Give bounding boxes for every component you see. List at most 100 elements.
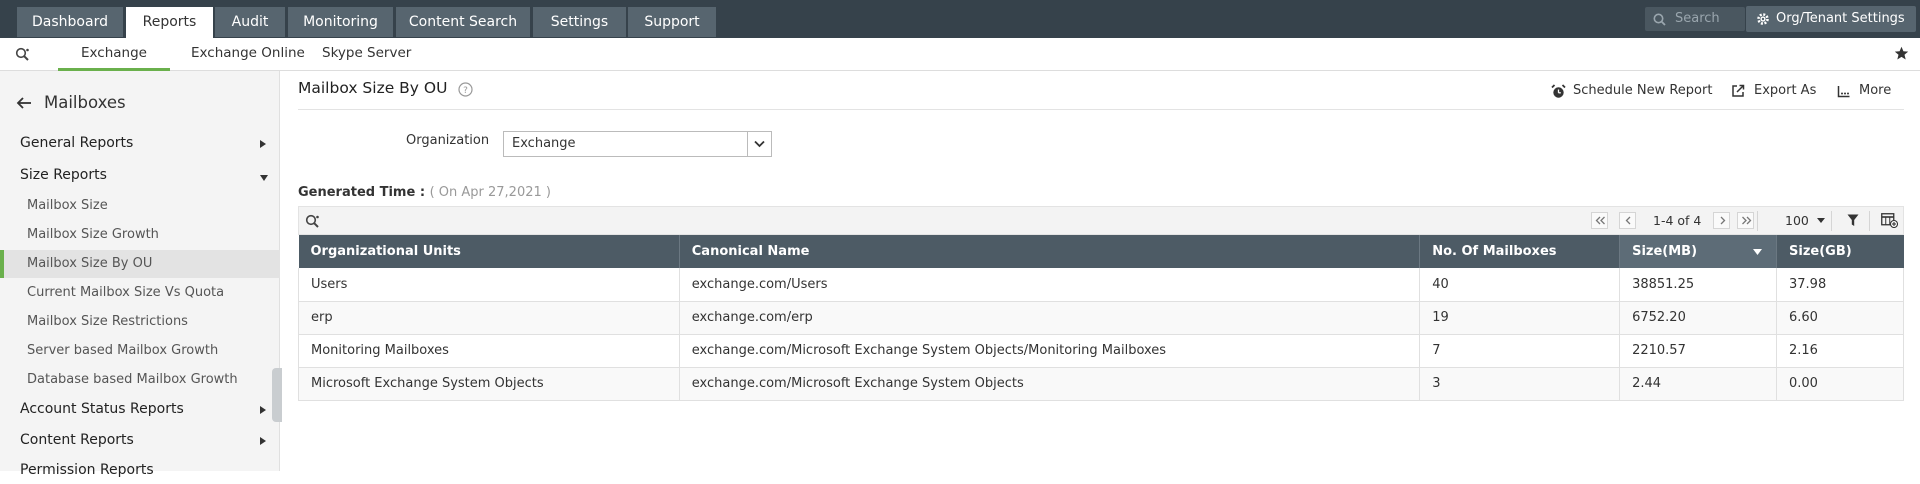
- tab-audit[interactable]: Audit: [215, 7, 285, 37]
- sidebar-item-mailbox-size-restrictions[interactable]: Mailbox Size Restrictions: [0, 308, 280, 336]
- export-label: Export As: [1754, 83, 1817, 98]
- sidebar-title: Mailboxes: [44, 93, 126, 112]
- more-button[interactable]: More: [1837, 83, 1897, 101]
- pagination-info: 1-4 of 4: [1653, 213, 1702, 228]
- svg-text:?: ?: [463, 86, 468, 96]
- tab-content-search[interactable]: Content Search: [396, 7, 530, 37]
- double-chevron-right-icon: [1742, 216, 1752, 225]
- sidebar-header: Mailboxes: [0, 89, 280, 117]
- tab-support[interactable]: Support: [628, 7, 716, 37]
- org-tenant-settings-button[interactable]: Org/Tenant Settings: [1746, 6, 1916, 32]
- cell-organizational-unit: Microsoft Exchange System Objects: [298, 367, 680, 401]
- cell-size-mb: 6752.20: [1619, 301, 1777, 335]
- main-content: Mailbox Size By OU ? Schedule New Report…: [298, 71, 1904, 471]
- caret-down-icon: [1817, 218, 1825, 223]
- sidebar-item-mailbox-size-by-ou[interactable]: Mailbox Size By OU: [0, 250, 280, 278]
- cell-mailbox-count: 3: [1419, 367, 1621, 401]
- first-page-button[interactable]: [1591, 212, 1608, 229]
- cell-mailbox-count: 19: [1419, 301, 1621, 335]
- table-header-row: Organizational Units Canonical Name No. …: [298, 235, 1904, 268]
- global-search-input[interactable]: Search: [1645, 7, 1745, 31]
- column-header-canonical-name[interactable]: Canonical Name: [679, 235, 1421, 268]
- column-header-organizational-units[interactable]: Organizational Units: [298, 235, 680, 268]
- cell-organizational-unit: Users: [298, 268, 680, 302]
- sidebar-category-general-reports[interactable]: General Reports: [20, 135, 270, 157]
- top-navigation-bar: Dashboard Reports Audit Monitoring Conte…: [0, 0, 1920, 38]
- category-label: Size Reports: [20, 167, 107, 183]
- schedule-new-report-button[interactable]: Schedule New Report: [1551, 83, 1713, 101]
- cell-size-gb: 37.98: [1776, 268, 1904, 302]
- table-toolbar: 1-4 of 4 100: [298, 206, 1904, 235]
- org-settings-label: Org/Tenant Settings: [1776, 11, 1905, 26]
- header-divider: [298, 109, 1904, 110]
- table-search-icon[interactable]: [305, 214, 320, 229]
- toolbar-divider: [1869, 211, 1870, 231]
- sidebar-category-account-status-reports[interactable]: Account Status Reports: [20, 401, 270, 423]
- next-page-button[interactable]: [1713, 212, 1730, 229]
- table-row[interactable]: Monitoring Mailboxes exchange.com/Micros…: [298, 334, 1904, 368]
- sidebar-item-database-based-mailbox-growth[interactable]: Database based Mailbox Growth: [0, 366, 280, 394]
- filter-icon[interactable]: [1847, 214, 1859, 227]
- column-chooser-icon[interactable]: [1881, 213, 1898, 228]
- column-header-size-gb[interactable]: Size(GB): [1776, 235, 1904, 268]
- column-label: Size(MB): [1632, 244, 1698, 259]
- more-icon: [1837, 86, 1850, 98]
- previous-page-button[interactable]: [1619, 212, 1636, 229]
- caret-right-icon: [260, 140, 266, 148]
- sidebar-item-mailbox-size-growth[interactable]: Mailbox Size Growth: [0, 221, 280, 249]
- tab-dashboard[interactable]: Dashboard: [17, 7, 123, 37]
- sidebar: Mailboxes General Reports Size Reports M…: [0, 71, 282, 478]
- schedule-label: Schedule New Report: [1573, 83, 1713, 98]
- table-row[interactable]: Users exchange.com/Users 40 38851.25 37.…: [298, 268, 1904, 302]
- tab-reports[interactable]: Reports: [126, 7, 213, 38]
- search-placeholder: Search: [1675, 11, 1720, 26]
- column-header-size-mb[interactable]: Size(MB): [1619, 235, 1777, 268]
- cell-canonical-name: exchange.com/Microsoft Exchange System O…: [679, 367, 1421, 401]
- cell-organizational-unit: Monitoring Mailboxes: [298, 334, 680, 368]
- table-row[interactable]: erp exchange.com/erp 19 6752.20 6.60: [298, 301, 1904, 335]
- cell-size-gb: 0.00: [1776, 367, 1904, 401]
- help-icon[interactable]: ?: [458, 82, 473, 97]
- organization-select[interactable]: Exchange: [503, 131, 772, 157]
- sidebar-category-content-reports[interactable]: Content Reports: [20, 432, 270, 454]
- sidebar-collapse-handle[interactable]: [272, 368, 282, 422]
- sidebar-item-mailbox-size[interactable]: Mailbox Size: [0, 192, 280, 220]
- sidebar-category-permission-reports[interactable]: Permission Reports: [20, 462, 270, 484]
- subtab-exchange-online[interactable]: Exchange Online: [191, 38, 305, 71]
- sidebar-item-server-based-mailbox-growth[interactable]: Server based Mailbox Growth: [0, 337, 280, 365]
- sidebar-item-current-mailbox-size-vs-quota[interactable]: Current Mailbox Size Vs Quota: [0, 279, 280, 307]
- cell-canonical-name: exchange.com/Microsoft Exchange System O…: [679, 334, 1421, 368]
- subtab-skype-server[interactable]: Skype Server: [322, 38, 411, 71]
- chevron-right-icon: [1720, 216, 1726, 225]
- subtab-exchange-server[interactable]: Exchange Server: [58, 38, 170, 91]
- last-page-button[interactable]: [1737, 212, 1754, 229]
- page-title: Mailbox Size By OU: [298, 79, 448, 97]
- category-label: General Reports: [20, 135, 134, 151]
- double-chevron-left-icon: [1595, 216, 1605, 225]
- product-sub-navigation: Exchange Server Exchange Online Skype Se…: [0, 38, 1920, 91]
- dropdown-toggle[interactable]: [747, 132, 771, 156]
- cell-mailbox-count: 40: [1419, 268, 1621, 302]
- export-as-button[interactable]: Export As: [1731, 83, 1821, 101]
- generated-time-label: Generated Time :: [298, 185, 426, 200]
- organization-value: Exchange: [512, 136, 576, 151]
- cell-canonical-name: exchange.com/erp: [679, 301, 1421, 335]
- alarm-clock-icon: [1551, 84, 1566, 98]
- back-arrow-icon[interactable]: [16, 95, 32, 111]
- search-icon[interactable]: [15, 47, 30, 62]
- more-label: More: [1859, 83, 1892, 98]
- tab-monitoring[interactable]: Monitoring: [288, 7, 393, 37]
- per-page-value: 100: [1785, 213, 1809, 228]
- organization-label: Organization: [406, 133, 490, 148]
- sidebar-category-size-reports[interactable]: Size Reports: [20, 167, 270, 189]
- export-icon: [1732, 84, 1745, 97]
- tab-settings[interactable]: Settings: [533, 7, 626, 37]
- cell-size-gb: 2.16: [1776, 334, 1904, 368]
- column-header-no-of-mailboxes[interactable]: No. Of Mailboxes: [1419, 235, 1621, 268]
- cell-size-mb: 2210.57: [1619, 334, 1777, 368]
- table-row[interactable]: Microsoft Exchange System Objects exchan…: [298, 367, 1904, 401]
- favorite-star-icon[interactable]: [1894, 46, 1909, 61]
- generated-time-value: ( On Apr 27,2021 ): [429, 185, 551, 200]
- per-page-select[interactable]: 100: [1785, 213, 1829, 229]
- caret-right-icon: [260, 437, 266, 445]
